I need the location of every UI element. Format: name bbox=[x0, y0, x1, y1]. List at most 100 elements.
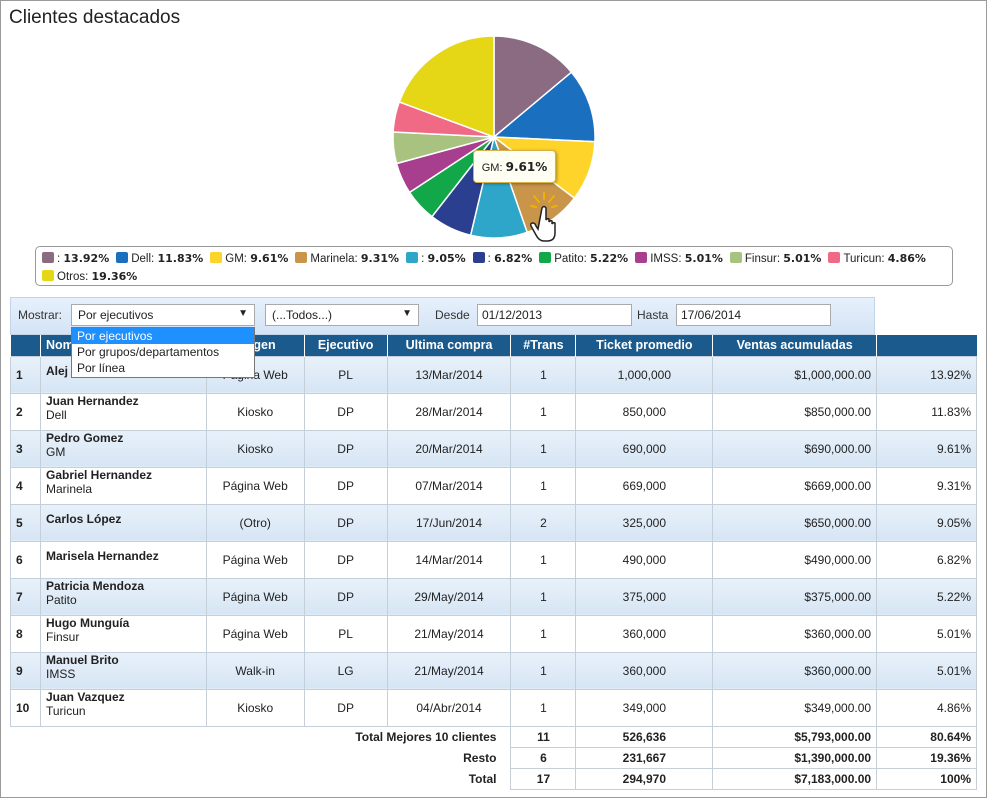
legend-label: Finsur: bbox=[744, 253, 781, 265]
client-name: Gabriel Hernandez bbox=[45, 467, 153, 482]
client-cell: Marisela Hernandez bbox=[39, 540, 207, 579]
pct-cell: 9.05% bbox=[876, 503, 977, 542]
table-row[interactable]: 7 Patricia Mendoza Patito Página Web DP 29/Ma… bbox=[10, 577, 977, 616]
legend-swatch bbox=[295, 252, 308, 263]
sales-cell: $349,000.00 bbox=[712, 688, 878, 727]
origin-cell: Kiosko bbox=[205, 688, 305, 727]
tooltip-label: GM: bbox=[481, 162, 503, 174]
executive-cell: DP bbox=[303, 540, 388, 579]
group-select-value: (...Todos...) bbox=[272, 308, 333, 322]
pct-cell: 11.83% bbox=[876, 392, 977, 431]
row-number: 2 bbox=[10, 392, 41, 431]
dropdown-option[interactable]: Por ejecutivos bbox=[72, 328, 254, 344]
trans-cell: 1 bbox=[510, 651, 577, 690]
client-cell: Manuel Brito IMSS bbox=[39, 651, 207, 690]
client-name: Marisela Hernandez bbox=[45, 548, 159, 563]
desde-date-input[interactable]: 01/12/2013 bbox=[477, 304, 632, 326]
legend-swatch bbox=[42, 270, 54, 281]
table-row[interactable]: 3 Pedro Gomez GM Kiosko DP 20/Mar/2014 1 690,00… bbox=[10, 429, 977, 468]
legend-item[interactable]: IMSS: 5.01% bbox=[635, 250, 723, 268]
desde-label: Desde bbox=[435, 308, 470, 322]
summary-row: Total Mejores 10 clientes 11 526,636 $5,793… bbox=[10, 725, 977, 748]
legend-item[interactable]: Otros: 19.36% bbox=[42, 268, 137, 286]
legend-swatch bbox=[472, 252, 485, 263]
chart-tooltip: GM: 9.61% bbox=[473, 150, 556, 183]
legend-swatch bbox=[539, 252, 552, 263]
sales-cell: $490,000.00 bbox=[712, 540, 878, 579]
executive-cell: DP bbox=[303, 577, 388, 616]
legend-label: : bbox=[421, 253, 425, 265]
table-row[interactable]: 9 Manuel Brito IMSS Walk-in LG 21/May/2014 1 36… bbox=[10, 651, 977, 690]
ticket-cell: 1,000,000 bbox=[575, 355, 714, 394]
origin-cell: Página Web bbox=[205, 466, 305, 505]
table-row[interactable]: 5 Carlos López (Otro) DP 17/Jun/2014 2 325,000… bbox=[10, 503, 977, 542]
hasta-date-input[interactable]: 17/06/2014 bbox=[676, 304, 831, 326]
sales-cell: $650,000.00 bbox=[712, 503, 878, 542]
pct-cell: 13.92% bbox=[876, 355, 977, 394]
client-cell: Juan Vazquez Turicun bbox=[39, 688, 207, 727]
executive-cell: DP bbox=[303, 429, 388, 468]
trans-cell: 1 bbox=[510, 466, 577, 505]
client-company: Dell bbox=[45, 407, 67, 422]
legend-item[interactable]: : 6.82% bbox=[472, 250, 532, 268]
summary-sales: $7,183,000.00 bbox=[712, 767, 878, 790]
legend-item[interactable]: Marinela: 9.31% bbox=[295, 250, 399, 268]
legend-item[interactable]: GM: 9.61% bbox=[210, 250, 288, 268]
origin-cell: Kiosko bbox=[205, 429, 305, 468]
col-header: Ultima compra bbox=[386, 335, 511, 356]
table-row[interactable]: 6 Marisela Hernandez Página Web DP 14/Mar/20… bbox=[10, 540, 977, 579]
table-row[interactable]: 2 Juan Hernandez Dell Kiosko DP 28/Mar/2014 1 8… bbox=[10, 392, 977, 431]
legend-item[interactable]: : 9.05% bbox=[406, 250, 466, 268]
last-purchase-cell: 28/Mar/2014 bbox=[386, 392, 512, 431]
trans-cell: 1 bbox=[510, 577, 577, 616]
group-select[interactable]: (...Todos...) ▼ bbox=[265, 304, 419, 326]
row-number: 3 bbox=[10, 429, 41, 468]
ticket-cell: 360,000 bbox=[575, 651, 714, 690]
origin-cell: Walk-in bbox=[205, 651, 305, 690]
trans-cell: 1 bbox=[510, 614, 577, 653]
summary-row: Total 17 294,970 $7,183,000.00 100% bbox=[10, 767, 977, 790]
client-name: Juan Vazquez bbox=[45, 689, 125, 704]
legend-item[interactable]: Turicun: 4.86% bbox=[828, 250, 926, 268]
client-cell: Hugo Munguía Finsur bbox=[39, 614, 207, 653]
legend-swatch bbox=[116, 252, 129, 263]
chevron-down-icon: ▼ bbox=[402, 308, 412, 319]
table-row[interactable]: 4 Gabriel Hernandez Marinela Página Web DP 07… bbox=[10, 466, 977, 505]
dropdown-option[interactable]: Por grupos/departamentos bbox=[72, 344, 254, 360]
ticket-cell: 690,000 bbox=[575, 429, 714, 468]
sales-cell: $375,000.00 bbox=[712, 577, 878, 616]
table-row[interactable]: 10 Juan Vazquez Turicun Kiosko DP 04/Abr/2014… bbox=[10, 688, 977, 727]
sales-cell: $360,000.00 bbox=[712, 651, 878, 690]
hand-pointer-icon bbox=[530, 192, 558, 242]
row-number: 10 bbox=[10, 688, 41, 727]
legend-item[interactable]: Patito: 5.22% bbox=[539, 250, 628, 268]
legend-label: Patito: bbox=[554, 253, 587, 265]
legend-label: Otros: bbox=[57, 271, 89, 283]
legend-item[interactable]: Dell: 11.83% bbox=[116, 250, 203, 268]
summary-label: Total Mejores 10 clientes bbox=[10, 726, 511, 747]
chart-legend: : 13.92% Dell: 11.83% GM: 9.61% Marinela: 9… bbox=[35, 246, 953, 286]
legend-pct: 4.86% bbox=[887, 252, 926, 265]
chevron-down-icon: ▼ bbox=[238, 308, 248, 319]
legend-item[interactable]: : 13.92% bbox=[42, 250, 109, 268]
client-company: Turicun bbox=[45, 703, 86, 718]
legend-item[interactable]: Finsur: 5.01% bbox=[729, 250, 821, 268]
row-number: 6 bbox=[10, 540, 41, 579]
legend-label: Turicun: bbox=[843, 253, 885, 265]
last-purchase-cell: 17/Jun/2014 bbox=[386, 503, 512, 542]
row-number: 1 bbox=[10, 355, 41, 394]
summary-trans: 17 bbox=[510, 767, 577, 790]
client-name: Hugo Munguía bbox=[45, 615, 130, 630]
legend-swatch bbox=[729, 252, 742, 263]
hasta-label: Hasta bbox=[637, 308, 669, 322]
origin-cell: Kiosko bbox=[205, 392, 305, 431]
dropdown-option[interactable]: Por línea bbox=[72, 360, 254, 376]
legend-pct: 11.83% bbox=[157, 252, 204, 265]
client-company: Patito bbox=[45, 592, 77, 607]
legend-pct: 9.05% bbox=[427, 252, 466, 265]
last-purchase-cell: 13/Mar/2014 bbox=[386, 355, 512, 394]
executive-cell: LG bbox=[303, 651, 388, 690]
mostrar-select[interactable]: Por ejecutivos ▼ bbox=[71, 304, 255, 326]
table-row[interactable]: 8 Hugo Munguía Finsur Página Web PL 21/May/20… bbox=[10, 614, 977, 653]
trans-cell: 1 bbox=[510, 688, 577, 727]
